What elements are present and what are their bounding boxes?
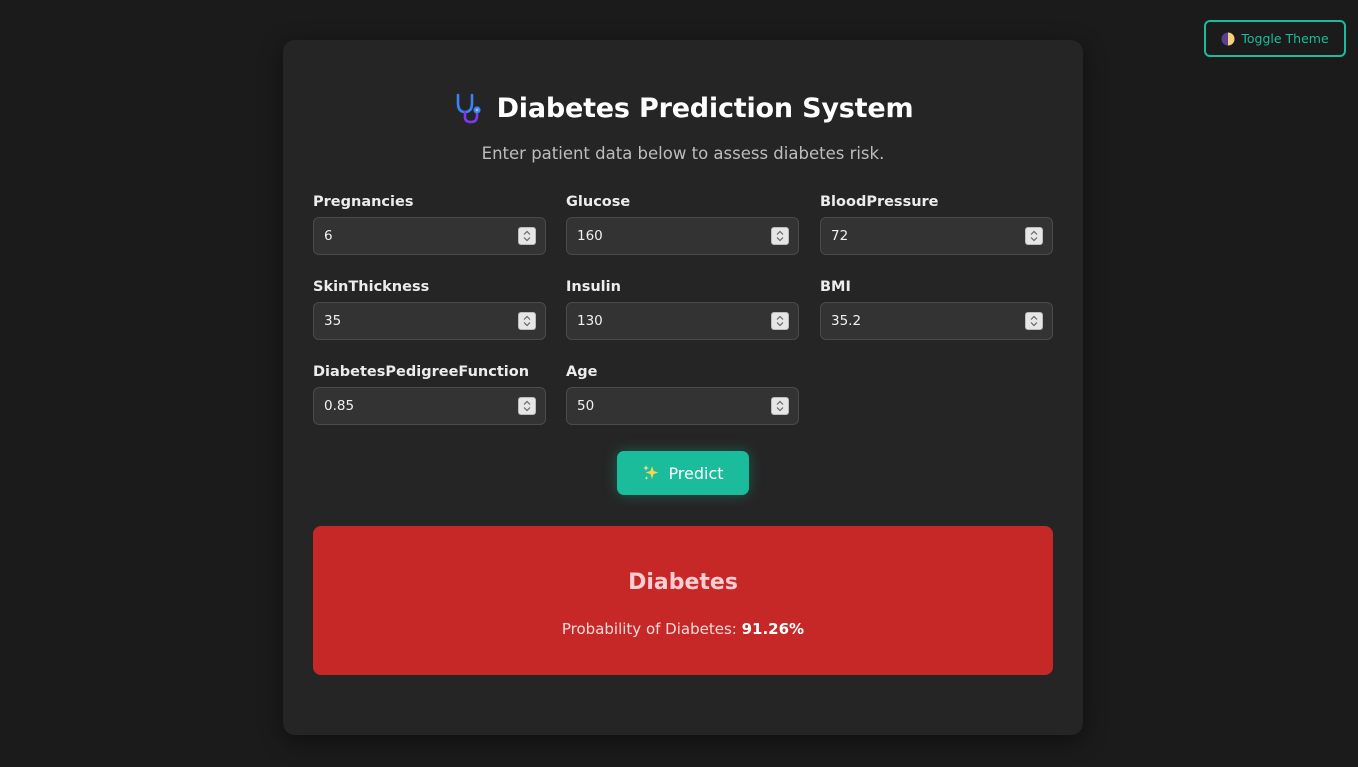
stepper-icon[interactable] <box>518 227 536 245</box>
result-panel: Diabetes Probability of Diabetes: 91.26% <box>313 526 1053 675</box>
field-label: Insulin <box>566 279 621 295</box>
bmi-input[interactable] <box>821 303 1052 339</box>
half-moon-icon <box>1221 32 1235 46</box>
skin-thickness-input[interactable] <box>314 303 545 339</box>
field-bmi: BMI <box>820 279 1053 340</box>
field-insulin: Insulin <box>566 279 799 340</box>
predict-button[interactable]: Predict <box>617 451 749 495</box>
page-title: Diabetes Prediction System <box>283 92 1083 124</box>
glucose-input[interactable] <box>567 218 798 254</box>
stepper-icon[interactable] <box>1025 312 1043 330</box>
result-title: Diabetes <box>628 570 738 595</box>
age-input[interactable] <box>567 388 798 424</box>
field-label: SkinThickness <box>313 279 430 295</box>
pregnancies-input[interactable] <box>314 218 545 254</box>
probability-value: 91.26% <box>741 620 805 638</box>
insulin-input[interactable] <box>567 303 798 339</box>
blood-pressure-input[interactable] <box>821 218 1052 254</box>
diabetes-pedigree-function-input[interactable] <box>314 388 545 424</box>
probability-label: Probability of Diabetes: <box>561 620 737 638</box>
stepper-icon[interactable] <box>518 312 536 330</box>
stepper-icon[interactable] <box>771 397 789 415</box>
predict-label: Predict <box>668 463 724 483</box>
stepper-icon[interactable] <box>1025 227 1043 245</box>
field-diabetes-pedigree-function: DiabetesPedigreeFunction <box>313 364 546 425</box>
page-subtitle: Enter patient data below to assess diabe… <box>481 144 885 163</box>
stethoscope-icon <box>453 92 485 124</box>
stepper-icon[interactable] <box>771 312 789 330</box>
field-label: BMI <box>820 279 851 295</box>
page-title-text: Diabetes Prediction System <box>496 92 914 124</box>
prediction-card: Diabetes Prediction System Enter patient… <box>283 40 1083 735</box>
result-probability: Probability of Diabetes: 91.26% <box>313 620 1053 638</box>
field-pregnancies: Pregnancies <box>313 194 546 255</box>
field-age: Age <box>566 364 799 425</box>
sparkles-icon <box>642 464 660 482</box>
toggle-theme-button[interactable]: Toggle Theme <box>1204 20 1346 57</box>
field-glucose: Glucose <box>566 194 799 255</box>
field-blood-pressure: BloodPressure <box>820 194 1053 255</box>
field-label: Pregnancies <box>313 194 414 210</box>
stepper-icon[interactable] <box>518 397 536 415</box>
field-label: DiabetesPedigreeFunction <box>313 364 530 380</box>
field-label: Glucose <box>566 194 631 210</box>
field-label: BloodPressure <box>820 194 939 210</box>
toggle-theme-label: Toggle Theme <box>1241 31 1329 46</box>
stepper-icon[interactable] <box>771 227 789 245</box>
field-skin-thickness: SkinThickness <box>313 279 546 340</box>
field-label: Age <box>566 364 598 380</box>
